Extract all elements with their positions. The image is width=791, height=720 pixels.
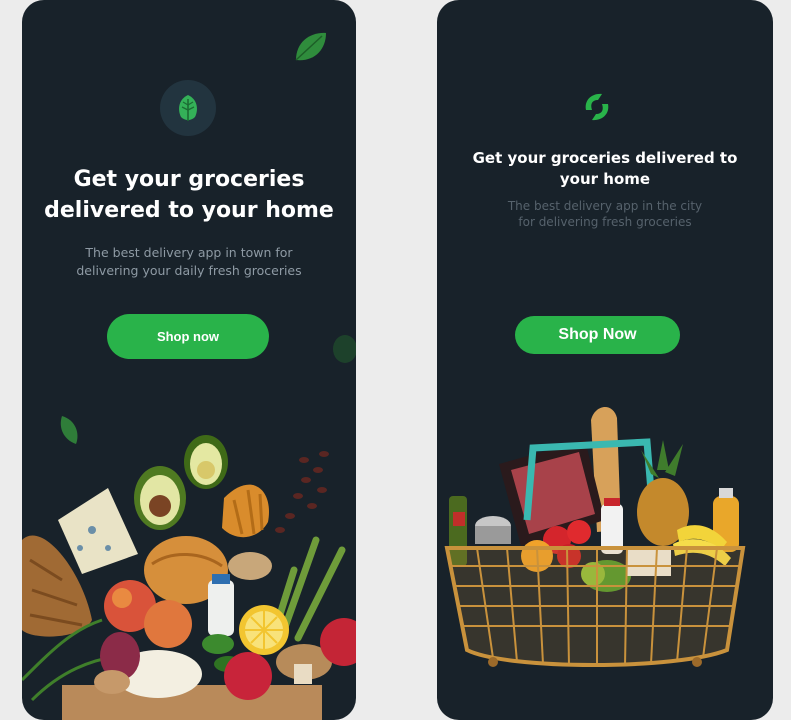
onboarding-screen-left: Get your groceries delivered to your hom… <box>22 0 356 720</box>
onboarding-screen-right: Get your groceries delivered to your hom… <box>437 0 773 720</box>
blurred-leaf-icon <box>333 335 356 363</box>
page-title: Get your groceries delivered to your hom… <box>472 149 738 188</box>
leaf-icon <box>179 95 197 121</box>
refresh-leaf-icon <box>585 93 609 121</box>
groceries-pile-image <box>22 435 356 720</box>
shop-now-button[interactable]: Shop now <box>107 314 269 359</box>
page-subtitle: The best delivery app in town for delive… <box>76 245 302 278</box>
app-logo <box>160 80 216 136</box>
page-title: Get your groceries delivered to your hom… <box>44 167 334 223</box>
shopping-basket-image <box>444 406 746 667</box>
floating-leaf-icon <box>295 32 326 61</box>
shop-now-button[interactable]: Shop Now <box>515 316 680 354</box>
page-subtitle: The best delivery app in the city for de… <box>507 199 703 229</box>
